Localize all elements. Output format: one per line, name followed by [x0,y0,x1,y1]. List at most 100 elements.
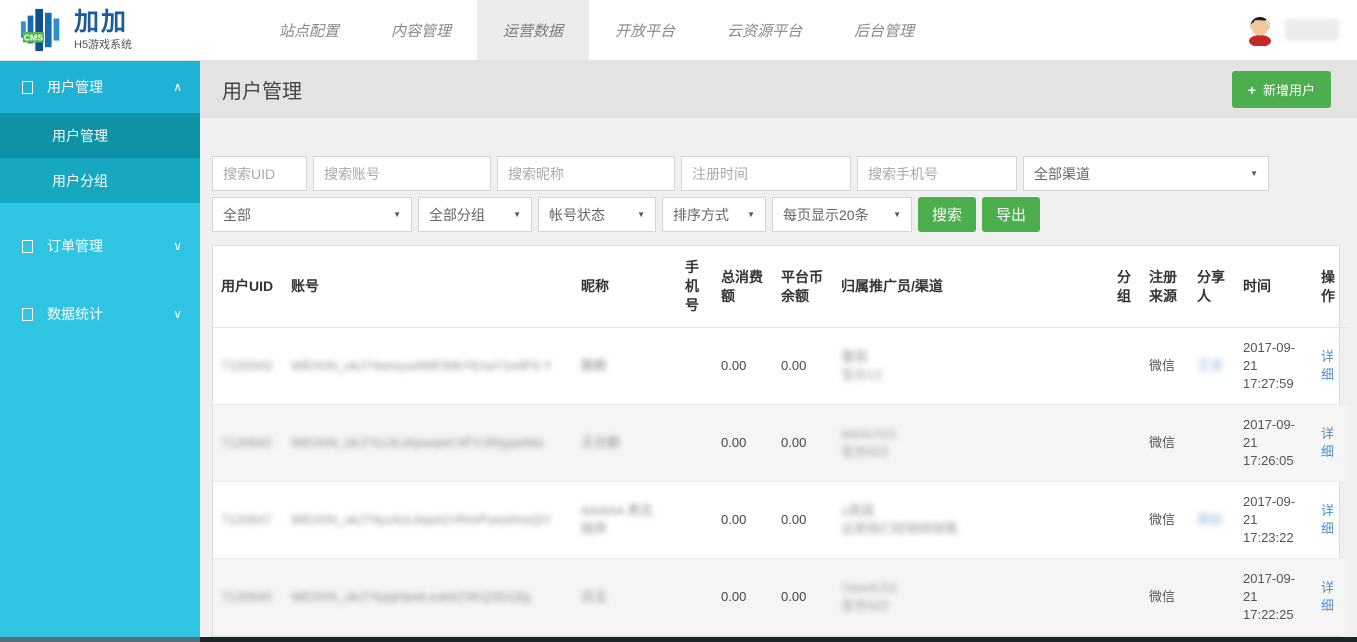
table-row: 7120640 WEIXIN_okJ74yjqHpwLeatrkZ4KQ3GQf… [213,559,1347,636]
cell-time: 2017-09-21 17:23:22 [1235,482,1313,559]
account-status-select[interactable]: 帐号状态 ▼ [538,197,656,232]
account-status-value: 帐号状态 [549,205,605,225]
table-header-row: 用户UID 账号 昵称 手机号 总消费额 平台币余额 归属推广员/渠道 分组 注… [213,246,1347,327]
brand-logo[interactable]: CMS 加加 H5游戏系统 [0,0,235,60]
topbar: CMS 加加 H5游戏系统 站点配置 内容管理 运营数据 开放平台 云资源平台 … [0,0,1357,61]
cell-uid: 7120647 [213,482,283,559]
sidebar-group-label: 用户管理 [47,77,173,97]
username-redacted[interactable] [1285,19,1339,41]
cell-sharer: 王泽 [1189,328,1235,405]
col-header-action: 操作 [1313,246,1347,327]
col-header-total: 总消费额 [713,246,773,327]
sidebar-item-label: 用户分组 [52,171,108,191]
sort-select[interactable]: 排序方式 ▼ [662,197,766,232]
detail-link[interactable]: 详细 [1321,580,1334,613]
logo-icon: CMS [20,7,66,53]
table-row: 7120647 WEIXIN_okJ74yzAzL6qwt1VRmPuwzlms… [213,482,1347,559]
col-header-promoter: 归属推广员/渠道 [833,246,1109,327]
cell-action: 详细 [1313,482,1347,559]
cell-action: 详细 [1313,559,1347,636]
avatar-icon[interactable] [1245,14,1275,46]
add-user-button[interactable]: + 新增用户 [1232,71,1331,108]
users-table-wrap: 用户UID 账号 昵称 手机号 总消费额 平台币余额 归属推广员/渠道 分组 注… [212,245,1340,637]
nav-item-admin[interactable]: 后台管理 [828,0,940,60]
sidebar: 用户管理 ∧ 用户管理 用户分组 订单管理 ∨ 数据统计 ∨ [0,61,200,637]
chevron-down-icon: ▼ [893,210,901,219]
cell-phone [677,482,713,559]
all-select[interactable]: 全部 ▼ [212,197,412,232]
brand-subtitle: H5游戏系统 [74,39,132,51]
search-nickname-input[interactable] [497,156,675,191]
sidebar-group-data-statistics[interactable]: 数据统计 ∨ [0,289,200,339]
chevron-down-icon: ▼ [393,210,401,219]
chevron-down-icon: ▼ [1250,169,1258,178]
cell-sharer [1189,559,1235,636]
col-header-account: 账号 [283,246,573,327]
detail-link[interactable]: 详细 [1321,503,1334,536]
nav-item-open-platform[interactable]: 开放平台 [589,0,701,60]
app-window: CMS 加加 H5游戏系统 站点配置 内容管理 运营数据 开放平台 云资源平台 … [0,0,1357,642]
sharer-link[interactable]: 商标 [1197,512,1223,527]
cell-balance: 0.00 [773,328,833,405]
cell-uid: 7120343 [213,328,283,405]
cell-total: 0.00 [713,559,773,636]
cell-account: WEIXIN_okJ74wmyueMiFiMkYEnaY1e9F6.Y [283,328,573,405]
content: 全部渠道 ▼ 全部 ▼ 全部分组 ▼ 帐号状态 [200,118,1357,637]
cell-promoter: o英国 这是我们经销倾销笔 [833,482,1109,559]
col-header-phone: 手机号 [677,246,713,327]
cell-uid: 7120642 [213,405,283,482]
nav-item-content[interactable]: 内容管理 [365,0,477,60]
table-row: 7120343 WEIXIN_okJ74wmyueMiFiMkYEnaY1e9F… [213,328,1347,405]
cell-nickname: AAAAA 男志 抛弃 [573,482,677,559]
sharer-link[interactable]: 王泽 [1197,358,1223,373]
cell-source: 微信 [1141,559,1189,636]
search-button[interactable]: 搜索 [918,197,976,232]
sidebar-item-user-groups[interactable]: 用户分组 [0,158,200,203]
sidebar-group-order-management[interactable]: 订单管理 ∨ [0,221,200,271]
filter-row-1: 全部渠道 ▼ [212,156,1340,191]
search-uid-input[interactable] [212,156,307,191]
cell-source: 微信 [1141,405,1189,482]
channel-select[interactable]: 全部渠道 ▼ [1023,156,1269,191]
sidebar-group-user-management[interactable]: 用户管理 ∧ [0,61,200,113]
col-header-uid: 用户UID [213,246,283,327]
col-header-time: 时间 [1235,246,1313,327]
bottom-edge-right [200,637,1357,642]
brand-text: 加加 H5游戏系统 [74,9,132,51]
promoter-line-1: o英国 [841,502,1101,520]
register-time-input[interactable] [681,156,851,191]
sidebar-item-user-management[interactable]: 用户管理 [0,113,200,158]
cell-nickname: 王合鹏 [573,405,677,482]
cell-source: 微信 [1141,328,1189,405]
sort-select-value: 排序方式 [673,205,729,225]
sidebar-item-label: 用户管理 [52,126,108,146]
menu-square-icon [22,81,33,94]
sidebar-group-label: 数据统计 [47,304,173,324]
cell-phone [677,328,713,405]
cell-promoter: 董国 宝合13 [833,328,1109,405]
bottom-edge-left [0,637,200,642]
cell-phone [677,559,713,636]
chevron-down-icon: ▼ [747,210,755,219]
col-header-source: 注册来源 [1141,246,1189,327]
search-account-input[interactable] [313,156,491,191]
nav-item-site-config[interactable]: 站点配置 [253,0,365,60]
detail-link[interactable]: 详细 [1321,426,1334,459]
search-phone-input[interactable] [857,156,1017,191]
group-select[interactable]: 全部分组 ▼ [418,197,532,232]
menu-square-icon [22,240,33,253]
page-size-select[interactable]: 每页显示20条 ▼ [772,197,912,232]
brand-name: 加加 [74,9,132,37]
bottom-edge-strip [0,637,1357,642]
col-header-sharer: 分享人 [1189,246,1235,327]
nav-item-operations-data[interactable]: 运营数据 [477,0,589,60]
cell-balance: 0.00 [773,405,833,482]
promoter-line-2: 宝合13 [841,366,1101,384]
col-header-balance: 平台币余额 [773,246,833,327]
filter-row-2: 全部 ▼ 全部分组 ▼ 帐号状态 ▼ 排序方式 ▼ [212,197,1340,232]
chevron-up-icon: ∧ [173,80,182,94]
nav-item-cloud-resources[interactable]: 云资源平台 [701,0,828,60]
page-header: 用户管理 + 新增用户 [200,61,1357,118]
export-button[interactable]: 导出 [982,197,1040,232]
detail-link[interactable]: 详细 [1321,349,1334,382]
